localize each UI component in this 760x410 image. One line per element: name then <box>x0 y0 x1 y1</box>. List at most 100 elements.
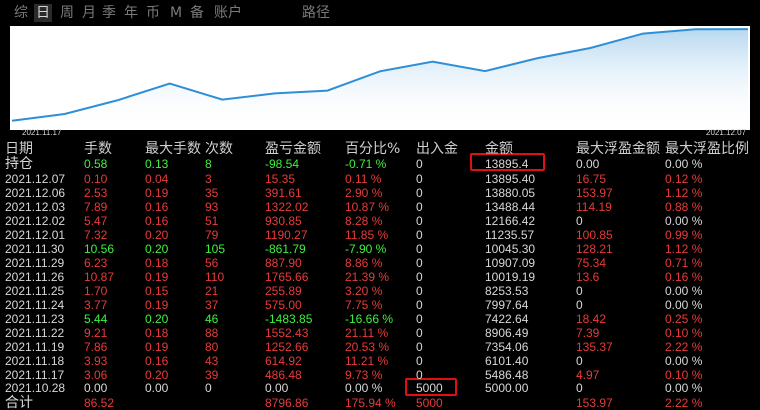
table-cell: 15.35 <box>265 172 296 186</box>
table-cell: 7.86 <box>84 340 108 354</box>
table-cell: 0.19 <box>145 298 169 312</box>
tab-path[interactable]: 路径 <box>302 4 330 22</box>
tab-year[interactable]: 年 <box>124 4 138 22</box>
table-cell: 0 <box>416 270 423 284</box>
table-cell: 0.00 % <box>665 354 703 368</box>
table-cell: 255.89 <box>265 284 302 298</box>
table-cell: 0.19 <box>145 270 169 284</box>
table-cell: -16.66 % <box>345 312 394 326</box>
table-cell: 0.20 <box>145 228 169 242</box>
tab-week[interactable]: 周 <box>60 4 74 22</box>
table-cell: 11235.57 <box>485 228 535 242</box>
table-cell: 0.18 <box>145 256 169 270</box>
table-cell: 6.23 <box>84 256 108 270</box>
header-lots: 手数 <box>84 141 112 157</box>
table-cell: 0 <box>416 228 423 242</box>
table-cell: 0.58 <box>84 157 108 171</box>
table-cell: 2021.11.17 <box>5 368 65 382</box>
table-cell: 3.77 <box>84 298 108 312</box>
table-cell: 7997.64 <box>485 298 529 312</box>
table-cell: 13895.40 <box>485 172 536 186</box>
table-cell: 86.52 <box>84 396 115 410</box>
table-cell: 2.53 <box>84 186 108 200</box>
table-cell: 1322.02 <box>265 200 309 214</box>
table-cell: 0 <box>576 214 583 228</box>
table-cell: 2021.11.25 <box>5 284 65 298</box>
table-cell: 10.56 <box>84 242 115 256</box>
table-cell: 10019.19 <box>485 270 536 284</box>
table-cell: 0.00 <box>265 381 289 395</box>
table-cell: 5000 <box>416 381 443 395</box>
table-cell: 3.93 <box>84 354 108 368</box>
table-cell: 79 <box>205 228 219 242</box>
table-cell: 0 <box>416 354 423 368</box>
table-cell: 8253.53 <box>485 284 529 298</box>
table-cell: 0 <box>576 354 583 368</box>
table-cell: 0.20 <box>145 312 169 326</box>
table-cell: 7.75 % <box>345 298 383 312</box>
table-cell: 10.87 <box>84 270 115 284</box>
table-cell: 1.12 % <box>665 186 703 200</box>
table-cell: 88 <box>205 326 219 340</box>
header-pnl: 盈亏金额 <box>265 141 321 157</box>
tab-notes[interactable]: 备 <box>190 4 204 22</box>
table-cell: 3.06 <box>84 368 108 382</box>
table-cell: 5000 <box>416 396 443 410</box>
table-cell: 37 <box>205 298 219 312</box>
table-cell: 21.39 % <box>345 270 390 284</box>
table-cell: 0 <box>416 326 423 340</box>
header-count: 次数 <box>205 141 233 157</box>
table-cell: 0.00 <box>84 381 108 395</box>
table-cell: 575.00 <box>265 298 302 312</box>
table-cell: 3.20 % <box>345 284 383 298</box>
table-cell: 2021.12.02 <box>5 214 66 228</box>
table-cell: 1765.66 <box>265 270 309 284</box>
table-cell: 0 <box>416 312 423 326</box>
table-cell: 1.12 % <box>665 242 703 256</box>
table-cell: 16.75 <box>576 172 607 186</box>
tab-quarter[interactable]: 季 <box>102 4 116 22</box>
table-cell: 0.25 % <box>665 312 703 326</box>
period-tab-bar: 路径 综日周月季年币 M 备账户 <box>0 0 760 26</box>
table-cell: 0 <box>416 200 423 214</box>
table-cell: 0.00 <box>145 381 169 395</box>
table-cell: 614.92 <box>265 354 302 368</box>
tab-day[interactable]: 日 <box>34 4 52 22</box>
table-cell: 0.00 % <box>665 214 703 228</box>
table-cell: 0.13 <box>145 157 169 171</box>
table-cell: 持仓 <box>5 155 33 171</box>
table-cell: 7354.06 <box>485 340 529 354</box>
tab-account[interactable]: 账户 <box>214 4 242 22</box>
table-cell: 0 <box>416 157 423 171</box>
table-cell: 2021.12.03 <box>5 200 66 214</box>
table-cell: 7422.64 <box>485 312 529 326</box>
table-cell: 0 <box>416 298 423 312</box>
table-cell: 100.85 <box>576 228 613 242</box>
table-cell: 128.21 <box>576 242 613 256</box>
table-cell: 0 <box>416 368 423 382</box>
tab-month[interactable]: 月 <box>82 4 96 22</box>
table-cell: 8796.86 <box>265 396 309 410</box>
table-cell: 0.71 % <box>665 256 703 270</box>
x-start-label: 2021.11.17 <box>22 128 62 137</box>
table-cell: 0.88 % <box>665 200 703 214</box>
table-cell: 21 <box>205 284 219 298</box>
header-max-float-amount: 最大浮盈金额 <box>576 141 660 157</box>
table-cell: 11.85 % <box>345 228 389 242</box>
table-cell: 7.39 <box>576 326 600 340</box>
table-cell: 93 <box>205 200 219 214</box>
table-cell: 175.94 % <box>345 396 396 410</box>
table-cell: 887.90 <box>265 256 302 270</box>
table-cell: 12166.42 <box>485 214 536 228</box>
tab-currency[interactable]: 币 <box>146 4 160 22</box>
table-cell: 8 <box>205 157 212 171</box>
table-cell: 0.99 % <box>665 228 703 242</box>
table-cell: 2021.12.07 <box>5 172 66 186</box>
table-cell: 0.00 % <box>665 381 703 395</box>
header-percent: 百分比% <box>345 141 401 157</box>
table-cell: 1.70 <box>84 284 108 298</box>
table-cell: 5.44 <box>84 312 108 326</box>
tab-overview[interactable]: 综 <box>14 4 28 22</box>
tab-m[interactable]: M <box>170 4 182 22</box>
table-cell: 0.00 % <box>665 157 703 171</box>
